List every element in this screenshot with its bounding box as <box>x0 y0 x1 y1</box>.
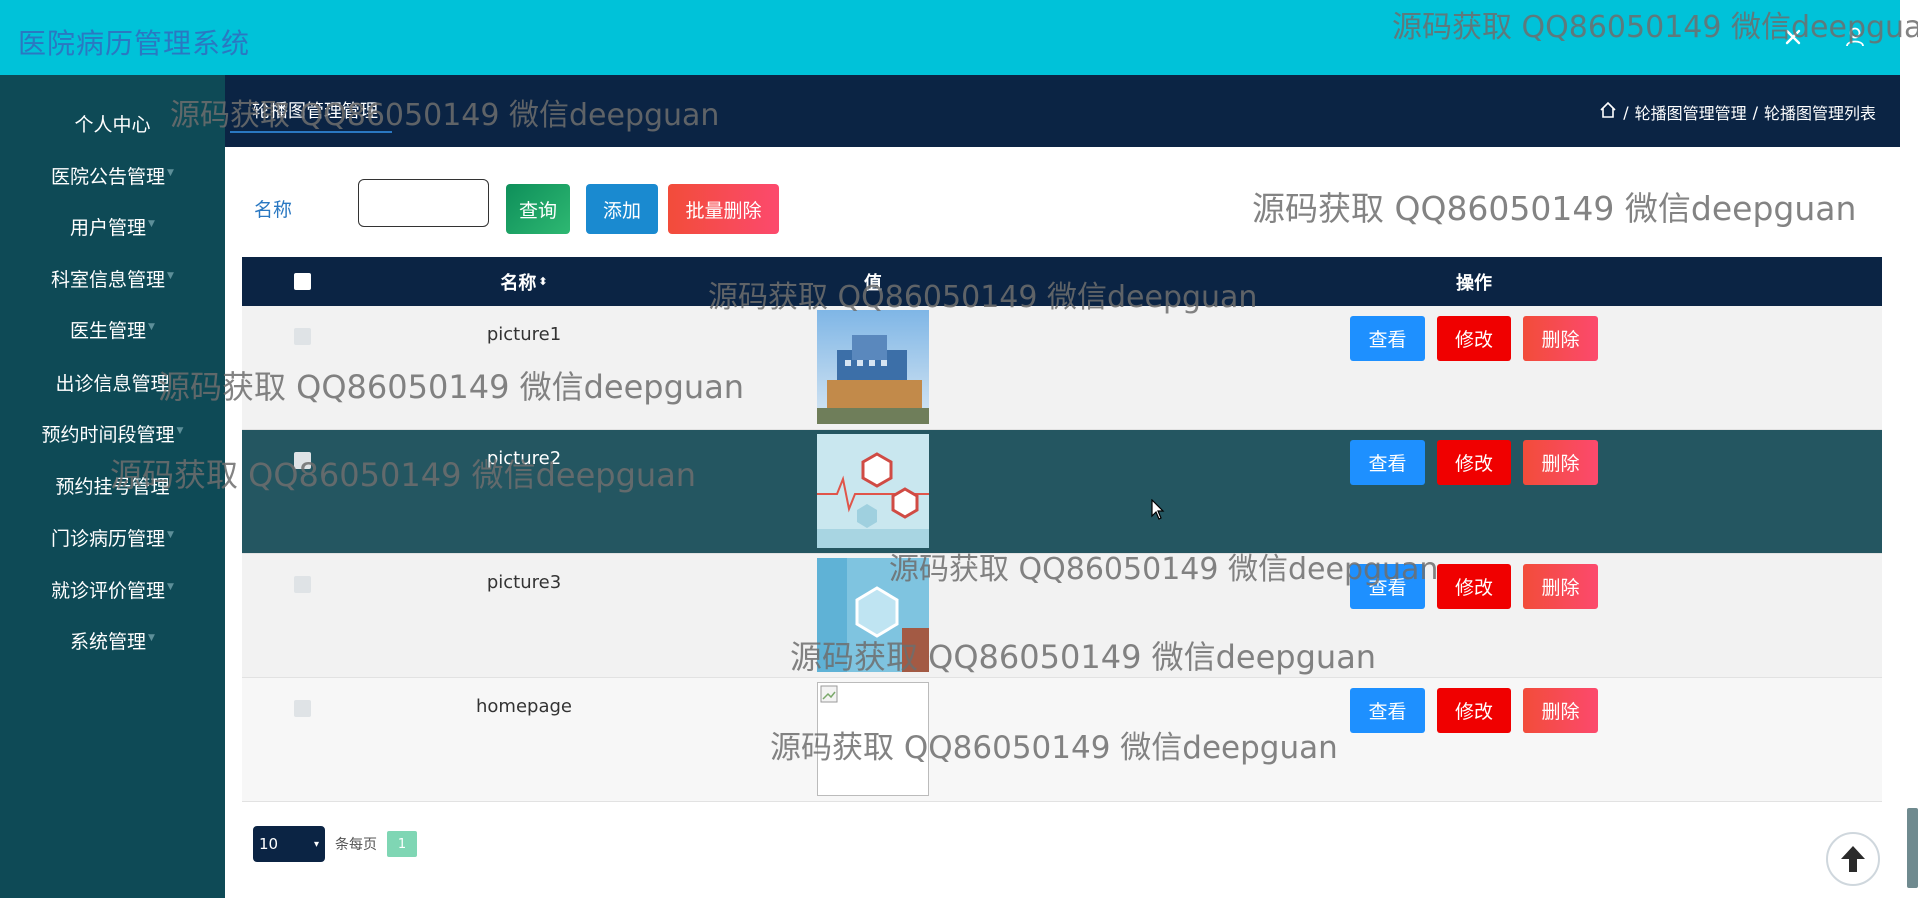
delete-button[interactable]: 删除 <box>1523 564 1598 609</box>
row-name: picture1 <box>486 324 562 345</box>
row-name: picture3 <box>486 572 562 593</box>
tab-carousel-management[interactable]: 轮播图管理管理 <box>230 97 392 133</box>
sidebar-item-users[interactable]: 用户管理 ▼ <box>0 206 225 246</box>
sidebar-item-doctors[interactable]: 医生管理 ▼ <box>0 309 225 349</box>
column-header-name[interactable]: 名称 ⬍ <box>424 257 624 306</box>
sidebar-item-personal-center[interactable]: 个人中心 <box>0 103 225 143</box>
delete-button[interactable]: 删除 <box>1523 440 1598 485</box>
mouse-cursor-icon <box>1151 498 1165 525</box>
hospital-building-image <box>817 310 929 424</box>
page-number-current[interactable]: 1 <box>387 831 417 857</box>
sidebar-item-label: 科室信息管理 <box>51 268 166 291</box>
chevron-down-icon: ▼ <box>148 322 155 332</box>
chevron-down-icon: ▾ <box>313 838 319 850</box>
delete-button[interactable]: 删除 <box>1523 688 1598 733</box>
edit-button[interactable]: 修改 <box>1437 564 1511 609</box>
breadcrumb-separator: / <box>1752 102 1758 122</box>
sidebar-item-label: 就诊评价管理 <box>51 579 166 602</box>
sidebar: 个人中心 医院公告管理 ▼ 用户管理 ▼ 科室信息管理 ▼ 医生管理 ▼ 出诊信息管理 … <box>0 75 225 898</box>
sort-icon[interactable]: ⬍ <box>538 275 547 288</box>
page-size-select[interactable]: 10 ▾ <box>253 826 325 862</box>
row-checkbox[interactable] <box>294 452 311 469</box>
row-actions: 查看 修改 删除 <box>1350 688 1598 733</box>
breadcrumb-separator: / <box>1623 102 1629 122</box>
row-name: picture2 <box>486 448 562 469</box>
edit-button[interactable]: 修改 <box>1437 316 1511 361</box>
delete-button[interactable]: 删除 <box>1523 316 1598 361</box>
row-checkbox[interactable] <box>294 576 311 593</box>
chevron-down-icon: ▼ <box>167 168 174 178</box>
chevron-down-icon: ▼ <box>148 633 155 643</box>
chevron-down-icon: ▼ <box>167 582 174 592</box>
sidebar-item-appointments[interactable]: 预约挂号管理 <box>0 465 225 505</box>
row-name: homepage <box>476 696 572 717</box>
user-icon[interactable] <box>1836 18 1874 56</box>
chevron-down-icon: ▼ <box>148 219 155 229</box>
scrollbar-thumb[interactable] <box>1907 808 1918 888</box>
app-title: 医院病历管理系统 <box>18 27 251 60</box>
chevron-down-icon: ▼ <box>167 271 174 281</box>
sidebar-item-reviews[interactable]: 就诊评价管理 ▼ <box>0 569 225 609</box>
sidebar-item-label: 系统管理 <box>70 630 147 653</box>
page-size-value: 10 <box>259 835 279 853</box>
batch-delete-button[interactable]: 批量删除 <box>668 184 779 234</box>
arrow-up-icon <box>1841 846 1865 872</box>
row-checkbox[interactable] <box>294 328 311 345</box>
search-label: 名称 <box>254 199 293 221</box>
sidebar-item-label: 门诊病历管理 <box>51 527 166 550</box>
table-header: 名称 ⬍ 值 操作 <box>242 257 1882 306</box>
per-page-label: 条每页 <box>335 837 377 853</box>
view-button[interactable]: 查看 <box>1350 564 1425 609</box>
medical-blue-image <box>817 558 929 672</box>
sidebar-item-departments[interactable]: 科室信息管理 ▼ <box>0 258 225 298</box>
row-checkbox[interactable] <box>294 700 311 717</box>
sidebar-item-timeslots[interactable]: 预约时间段管理 ▼ <box>0 413 225 453</box>
medical-hexagons-image <box>817 434 929 548</box>
breadcrumb-item: 轮播图管理列表 <box>1763 104 1876 123</box>
close-icon[interactable] <box>1774 18 1812 56</box>
sidebar-item-notice[interactable]: 医院公告管理 ▼ <box>0 155 225 195</box>
breadcrumb-item[interactable]: 轮播图管理管理 <box>1635 100 1747 124</box>
row-actions: 查看 修改 删除 <box>1350 564 1598 609</box>
select-all-checkbox[interactable] <box>294 257 311 306</box>
column-header-value: 值 <box>864 272 882 294</box>
add-button[interactable]: 添加 <box>586 184 658 234</box>
sidebar-item-visits[interactable]: 出诊信息管理 <box>0 362 225 402</box>
table-row: picture3 查看 修改 删除 <box>242 554 1882 678</box>
search-input[interactable] <box>358 179 489 227</box>
edit-button[interactable]: 修改 <box>1437 440 1511 485</box>
chevron-down-icon: ▼ <box>176 426 184 436</box>
view-button[interactable]: 查看 <box>1350 440 1425 485</box>
sidebar-item-records[interactable]: 门诊病历管理 ▼ <box>0 517 225 557</box>
table-row: picture2 查看 修改 删除 <box>242 430 1882 554</box>
table-row: picture1 查看 修改 删除 <box>242 306 1882 430</box>
view-button[interactable]: 查看 <box>1350 688 1425 733</box>
chevron-down-icon: ▼ <box>167 530 174 540</box>
sidebar-item-label: 出诊信息管理 <box>55 372 170 395</box>
back-to-top-button[interactable] <box>1826 832 1880 886</box>
sidebar-item-system[interactable]: 系统管理 ▼ <box>0 620 225 660</box>
pagination: 10 ▾ 条每页 1 <box>253 826 417 862</box>
table-row: homepage 查看 修改 删除 <box>242 678 1882 802</box>
home-icon[interactable] <box>1599 101 1617 123</box>
sidebar-item-label: 用户管理 <box>70 216 147 239</box>
query-button[interactable]: 查询 <box>506 184 570 234</box>
sidebar-item-label: 医院公告管理 <box>51 165 166 188</box>
view-button[interactable]: 查看 <box>1350 316 1425 361</box>
sidebar-item-label: 预约挂号管理 <box>55 475 170 498</box>
row-actions: 查看 修改 删除 <box>1350 440 1598 485</box>
top-bar: 医院病历管理系统 <box>0 0 1900 75</box>
sidebar-item-label: 预约时间段管理 <box>41 423 175 446</box>
scrollbar-track[interactable] <box>1900 0 1918 898</box>
edit-button[interactable]: 修改 <box>1437 688 1511 733</box>
sidebar-item-label: 医生管理 <box>70 319 147 342</box>
main-content: 名称 查询 添加 批量删除 名称 ⬍ 值 操作 picture1 查看 修改 删… <box>225 147 1900 898</box>
row-actions: 查看 修改 删除 <box>1350 316 1598 361</box>
breadcrumb: / 轮播图管理管理 / 轮播图管理列表 <box>1599 100 1876 124</box>
broken-image-icon <box>817 682 929 796</box>
column-header-actions: 操作 <box>1456 272 1492 294</box>
sidebar-item-label: 个人中心 <box>74 113 151 136</box>
sub-header: 轮播图管理管理 / 轮播图管理管理 / 轮播图管理列表 <box>225 75 1900 147</box>
